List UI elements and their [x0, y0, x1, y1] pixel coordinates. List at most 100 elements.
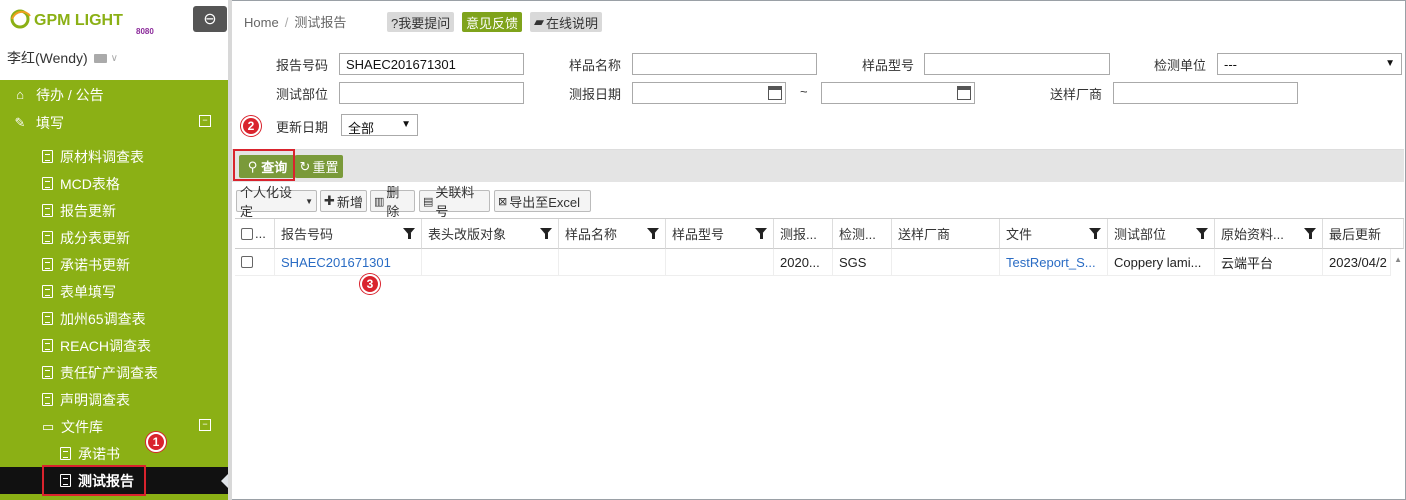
- column-header-source[interactable]: 原始资料...: [1215, 219, 1323, 249]
- calendar-icon[interactable]: [768, 86, 782, 100]
- personalize-button[interactable]: 个人化设定 ▼: [236, 185, 317, 219]
- sidebar-item-mcd[interactable]: MCD表格: [0, 170, 228, 197]
- edit-icon: ✎: [14, 114, 26, 130]
- add-label: 新增: [336, 194, 363, 210]
- online-help-button[interactable]: ▰ 在线说明: [530, 12, 603, 32]
- sidebar-item-todo[interactable]: ⌂ 待办 / 公告: [0, 81, 228, 108]
- column-header-label: 样品型号: [672, 227, 725, 242]
- column-header-label: 原始资料...: [1221, 227, 1284, 242]
- personalize-label: 个人化设定: [240, 185, 293, 219]
- breadcrumb-home[interactable]: Home: [244, 15, 279, 30]
- add-button[interactable]: ✚ 新增: [320, 190, 367, 212]
- supplier-input[interactable]: [1113, 82, 1298, 104]
- filter-icon[interactable]: [1089, 228, 1101, 239]
- dropdown-arrow-icon: ▼: [401, 119, 411, 130]
- filter-icon[interactable]: [647, 228, 659, 239]
- ask-question-button[interactable]: ?我要提问: [387, 12, 455, 32]
- update-date-select[interactable]: 全部 ▼: [341, 114, 418, 136]
- user-menu[interactable]: 李红(Wendy) ∨: [7, 48, 118, 68]
- sidebar-collapse-button[interactable]: ⊖: [193, 6, 227, 32]
- column-header-select[interactable]: ...: [235, 219, 275, 249]
- main-content: Home / 测试报告 ?我要提问 意见反馈 ▰ 在线说明 报告号码 SHAEC201…: [232, 0, 1404, 500]
- test-unit-label: 检测单位: [1154, 58, 1207, 73]
- document-icon: [42, 258, 53, 271]
- collapse-toggle-icon[interactable]: −: [199, 115, 211, 127]
- sidebar-item-label: 填写: [36, 114, 64, 131]
- sidebar-item-label: 待办 / 公告: [36, 86, 104, 103]
- sidebar-item-fill[interactable]: ✎ 填写 −: [0, 109, 228, 136]
- calendar-icon[interactable]: [957, 86, 971, 100]
- column-header-sample-model[interactable]: 样品型号: [666, 219, 774, 249]
- sidebar-item-label: 报告更新: [60, 202, 116, 219]
- column-header-report-no[interactable]: 报告号码: [275, 219, 422, 249]
- update-date-value: 全部: [348, 121, 375, 136]
- sidebar-item-commitment[interactable]: 承诺书: [0, 440, 228, 467]
- sidebar-item-file-library[interactable]: ▭ 文件库 −: [0, 413, 228, 440]
- sidebar-item-composition-update[interactable]: 成分表更新: [0, 224, 228, 251]
- column-header-label: 最后更新: [1329, 227, 1382, 242]
- document-icon: [42, 339, 53, 352]
- reset-button[interactable]: ↻ 重置: [295, 155, 343, 178]
- row-checkbox[interactable]: [241, 256, 253, 268]
- report-date-cell: 2020...: [774, 249, 833, 276]
- sidebar-item-label: 声明调查表: [60, 391, 130, 408]
- mail-icon: [93, 53, 107, 63]
- breadcrumb-separator: /: [284, 15, 289, 30]
- sample-model-label: 样品型号: [862, 58, 915, 73]
- column-header-sample-name[interactable]: 样品名称: [559, 219, 666, 249]
- file-cell[interactable]: TestReport_S...: [1000, 249, 1108, 276]
- breadcrumb: Home / 测试报告: [244, 12, 346, 31]
- last-update-cell: 2023/04/2: [1323, 249, 1391, 276]
- column-header-report-date[interactable]: 测报...: [774, 219, 833, 249]
- export-excel-button[interactable]: ⊠ 导出至Excel: [494, 190, 591, 212]
- feedback-button[interactable]: 意见反馈: [462, 12, 523, 32]
- column-header-last-update[interactable]: 最后更新: [1323, 219, 1404, 249]
- sidebar-item-conflict-minerals[interactable]: 责任矿产调查表: [0, 359, 228, 386]
- report-date-to-input[interactable]: [821, 82, 975, 104]
- results-grid: ... 报告号码 表头改版对象 样品名称 样品型号 测报... 检测... 送样…: [235, 218, 1404, 500]
- report-no-cell[interactable]: SHAEC201671301: [275, 249, 422, 276]
- filter-icon[interactable]: [1304, 228, 1316, 239]
- column-header-header-revision[interactable]: 表头改版对象: [422, 219, 559, 249]
- filter-icon[interactable]: [1196, 228, 1208, 239]
- delete-button[interactable]: ▥ 删除: [370, 185, 415, 219]
- column-header-supplier[interactable]: 送样厂商: [892, 219, 1000, 249]
- column-header-test-part[interactable]: 测试部位: [1108, 219, 1215, 249]
- sidebar-item-raw-material[interactable]: 原材料调查表: [0, 143, 228, 170]
- scroll-up-icon[interactable]: ▲: [1394, 255, 1402, 264]
- link-part-button[interactable]: ▤ 关联料号: [419, 185, 490, 219]
- column-header-test-unit[interactable]: 检测...: [833, 219, 892, 249]
- plus-icon: ✚: [324, 193, 335, 208]
- test-part-label: 测试部位: [276, 87, 329, 102]
- home-icon: ⌂: [16, 87, 24, 102]
- sidebar-item-label: 加州65调查表: [60, 310, 146, 327]
- sample-model-input[interactable]: [924, 53, 1110, 75]
- filter-icon[interactable]: [755, 228, 767, 239]
- sidebar-item-declaration[interactable]: 声明调查表: [0, 386, 228, 413]
- sidebar-item-prop65[interactable]: 加州65调查表: [0, 305, 228, 332]
- report-date-from-input[interactable]: [632, 82, 786, 104]
- filter-icon[interactable]: [403, 228, 415, 239]
- column-header-file[interactable]: 文件: [1000, 219, 1108, 249]
- breadcrumb-current: 测试报告: [294, 15, 347, 30]
- sidebar-item-report-update[interactable]: 报告更新: [0, 197, 228, 224]
- sidebar-item-form-fill[interactable]: 表单填写: [0, 278, 228, 305]
- sidebar-item-reach[interactable]: REACH调查表: [0, 332, 228, 359]
- filter-icon[interactable]: [540, 228, 552, 239]
- sample-name-input[interactable]: [632, 53, 817, 75]
- select-all-checkbox[interactable]: [241, 227, 253, 240]
- sidebar-item-label: MCD表格: [60, 175, 120, 192]
- sidebar-item-label: 表单填写: [60, 283, 116, 300]
- sidebar-item-commitment-update[interactable]: 承诺书更新: [0, 251, 228, 278]
- test-unit-value: ---: [1224, 57, 1237, 72]
- link-label: 关联料号: [435, 185, 475, 219]
- report-no-input[interactable]: SHAEC201671301: [339, 53, 524, 75]
- sidebar-nav: ⌂ 待办 / 公告 ✎ 填写 − 原材料调查表 MCD表格 报告更新 成分表更新…: [0, 80, 228, 500]
- test-part-input[interactable]: [339, 82, 524, 104]
- sidebar-item-label: 责任矿产调查表: [60, 364, 158, 381]
- test-unit-select[interactable]: --- ▼: [1217, 53, 1402, 75]
- report-no-label: 报告号码: [276, 58, 329, 73]
- dropdown-arrow-icon: ▼: [1385, 58, 1395, 69]
- document-icon: [42, 285, 53, 298]
- collapse-toggle-icon[interactable]: −: [199, 419, 211, 431]
